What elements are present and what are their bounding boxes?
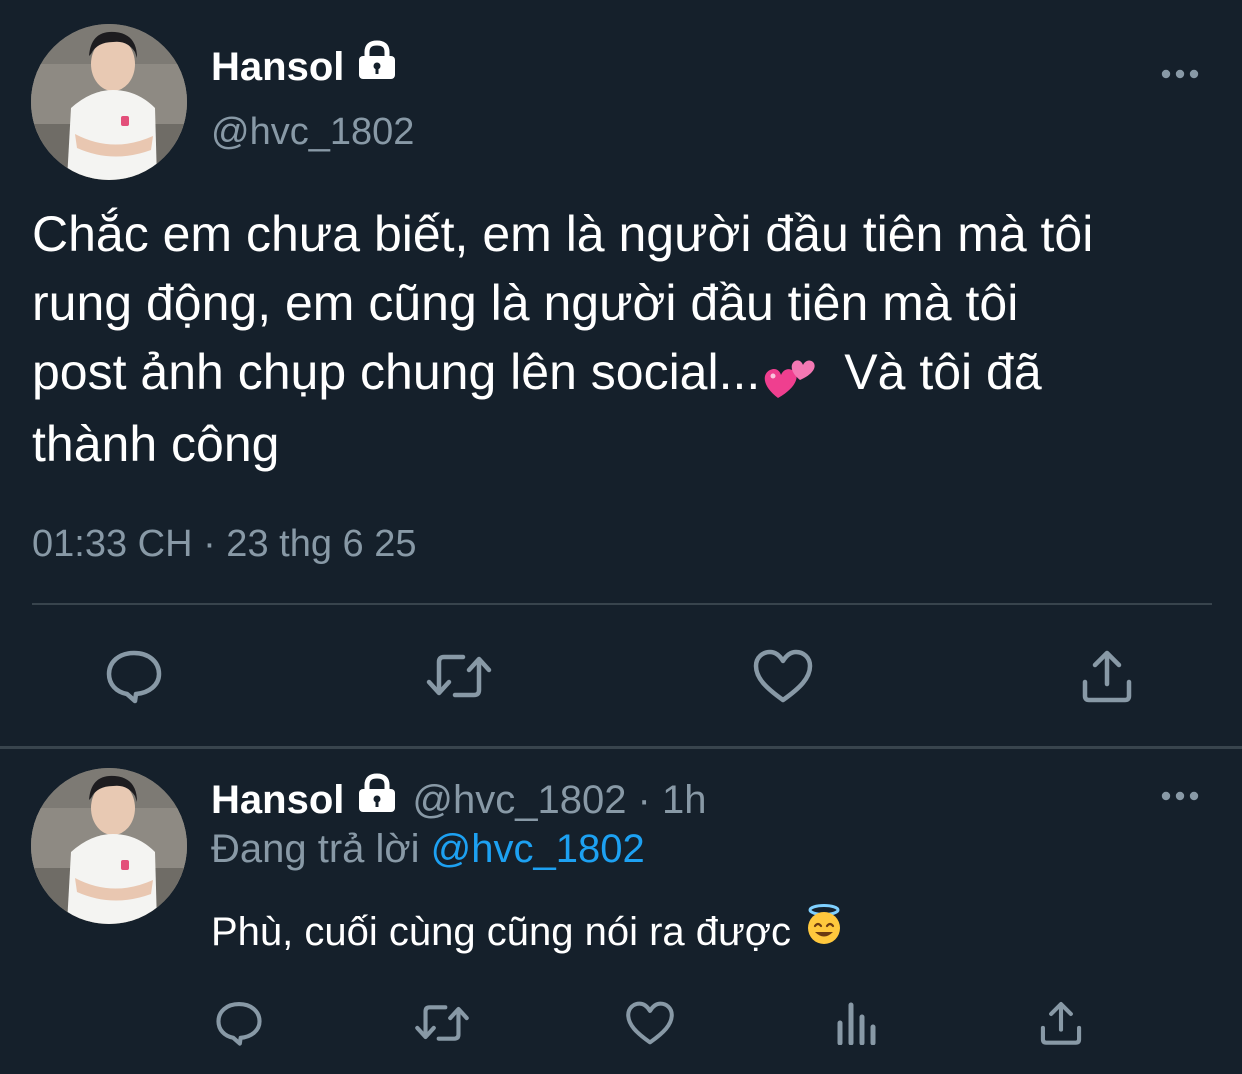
two-hearts-emoji-icon — [764, 341, 816, 410]
retweet-icon[interactable] — [424, 644, 494, 708]
replying-to: Đang trả lời @hvc_1802 — [211, 822, 645, 876]
reply-icon[interactable] — [102, 644, 166, 708]
replying-to-handle-link[interactable]: @hvc_1802 — [431, 827, 645, 871]
main-avatar[interactable] — [31, 24, 187, 180]
lock-icon — [356, 773, 398, 827]
share-icon[interactable] — [1074, 644, 1140, 708]
like-icon[interactable] — [622, 996, 678, 1050]
more-options-icon[interactable] — [1157, 56, 1203, 92]
tweet-text-segment: Và tôi đã — [844, 344, 1042, 400]
reply-text-row: Phù, cuối cùng cũng nói ra được — [211, 904, 845, 960]
main-handle[interactable]: @hvc_1802 — [211, 106, 414, 158]
reply-avatar[interactable] — [31, 768, 187, 924]
display-name[interactable]: Hansol — [211, 773, 344, 827]
reply-text: Phù, cuối cùng cũng nói ra được — [211, 910, 792, 954]
share-icon[interactable] — [1034, 996, 1088, 1050]
smiling-face-with-halo-emoji-icon — [803, 904, 845, 960]
tweet-text-line-3: post ảnh chụp chung lên social... Và tôi… — [32, 338, 1232, 410]
tweet-text-segment: post ảnh chụp chung lên social... — [32, 344, 761, 400]
reply-header: Hansol @hvc_1802 · 1h — [211, 773, 706, 827]
lock-icon — [356, 40, 398, 94]
main-display-name-row[interactable]: Hansol — [211, 40, 398, 94]
tweet-separator — [0, 746, 1242, 749]
tweet-text-line: Chắc em chưa biết, em là người đầu tiên … — [32, 206, 1094, 262]
reply-icon[interactable] — [212, 996, 266, 1050]
handle-and-time[interactable]: @hvc_1802 · 1h — [412, 773, 706, 827]
more-options-icon[interactable] — [1157, 778, 1203, 814]
tweet-timestamp[interactable]: 01:33 CH · 23 thg 6 25 — [32, 518, 416, 570]
like-icon[interactable] — [750, 644, 816, 708]
display-name[interactable]: Hansol — [211, 40, 344, 94]
tweet-text: Chắc em chưa biết, em là người đầu tiên … — [32, 200, 1232, 479]
retweet-icon[interactable] — [412, 996, 472, 1050]
divider — [32, 603, 1212, 605]
tweet-text-line: rung động, em cũng là người đầu tiên mà … — [32, 275, 1019, 331]
tweet-text-line: thành công — [32, 416, 280, 473]
analytics-icon[interactable] — [830, 996, 882, 1050]
replying-to-label: Đang trả lời — [211, 827, 420, 871]
